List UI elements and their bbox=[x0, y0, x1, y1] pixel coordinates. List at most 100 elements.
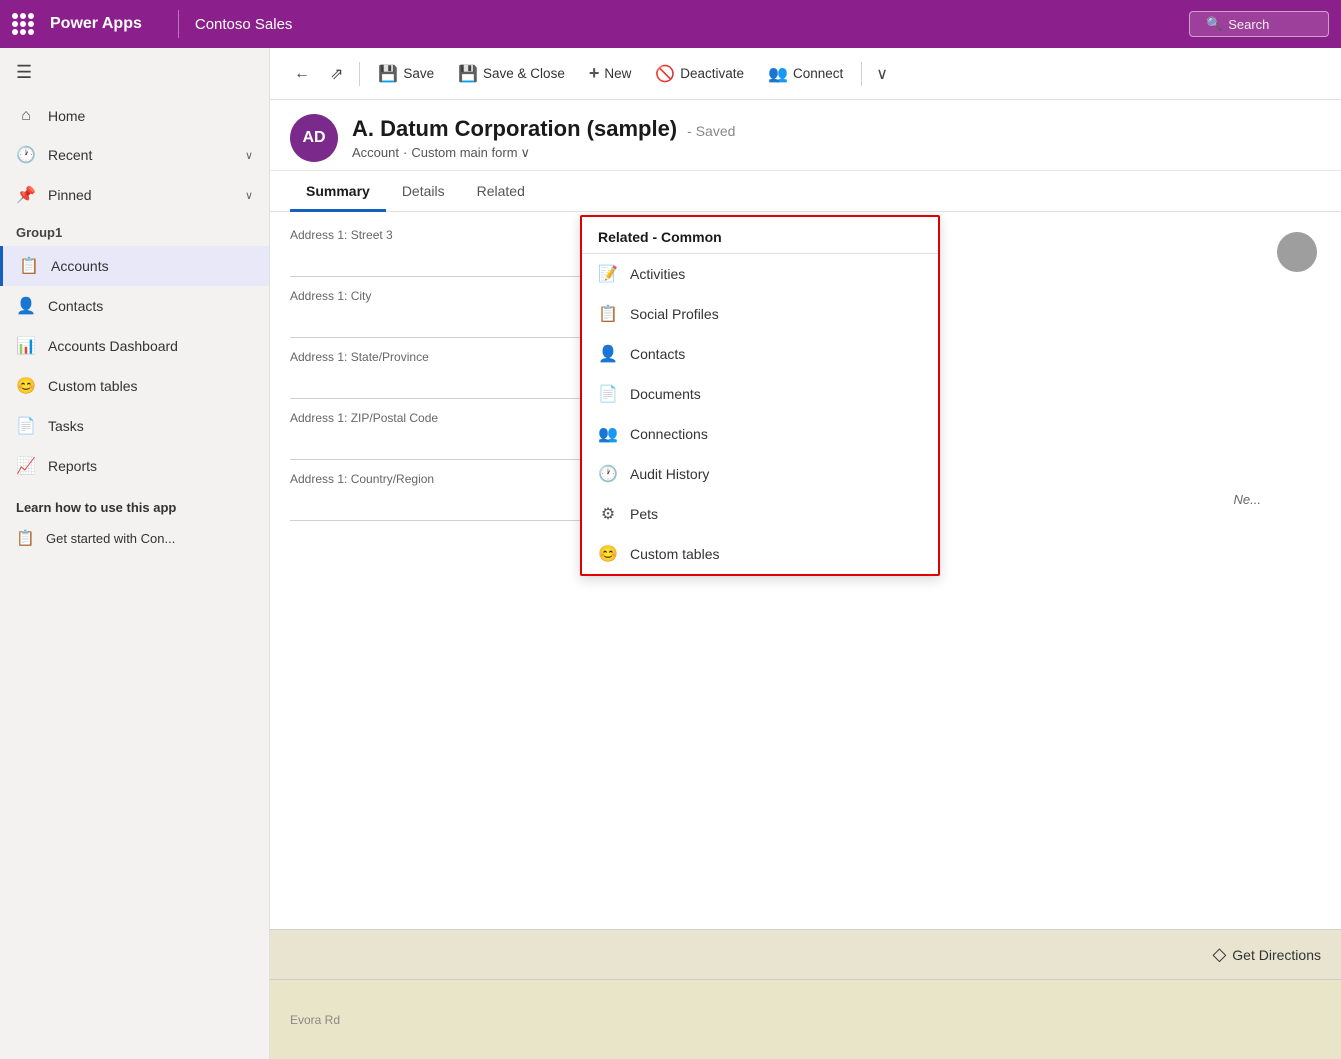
reports-icon: 📈 bbox=[16, 456, 36, 476]
form-name: Custom main form bbox=[411, 145, 517, 160]
pin-icon: 📌 bbox=[16, 185, 36, 205]
new-button[interactable]: + New bbox=[579, 57, 642, 90]
sidebar-item-reports[interactable]: 📈 Reports bbox=[0, 446, 269, 486]
nav-divider bbox=[178, 10, 179, 38]
contacts-icon: 👤 bbox=[598, 344, 618, 364]
back-button[interactable]: ← bbox=[286, 59, 318, 89]
accounts-icon: 📋 bbox=[19, 256, 39, 276]
activities-icon: 📝 bbox=[598, 264, 618, 284]
sidebar-item-label: Accounts bbox=[51, 258, 109, 274]
related-item-custom-tables[interactable]: 😊 Custom tables bbox=[582, 534, 938, 574]
sidebar-group-label: Group1 bbox=[0, 215, 269, 246]
record-info: A. Datum Corporation (sample) - Saved Ac… bbox=[352, 116, 735, 161]
sidebar-item-pinned[interactable]: 📌 Pinned ∨ bbox=[0, 175, 269, 215]
dashboard-icon: 📊 bbox=[16, 336, 36, 356]
toolbar-separator bbox=[359, 62, 360, 86]
related-item-social-profiles[interactable]: 📋 Social Profiles bbox=[582, 294, 938, 334]
directions-icon: ◇ bbox=[1212, 944, 1226, 965]
related-item-label: Contacts bbox=[630, 346, 685, 362]
sidebar-item-label: Accounts Dashboard bbox=[48, 338, 178, 354]
related-item-label: Social Profiles bbox=[630, 306, 719, 322]
tab-related[interactable]: Related bbox=[461, 171, 541, 212]
form-chevron-icon: ∨ bbox=[521, 145, 531, 161]
top-navigation: Power Apps Contoso Sales 🔍 Search bbox=[0, 0, 1341, 48]
pets-icon: ⚙ bbox=[598, 504, 618, 524]
save-close-icon: 💾 bbox=[458, 64, 478, 84]
back-icon: ← bbox=[294, 65, 310, 82]
learn-section-label: Learn how to use this app bbox=[0, 486, 269, 521]
related-item-connections[interactable]: 👥 Connections bbox=[582, 414, 938, 454]
record-subtitle: Account · Custom main form ∨ bbox=[352, 145, 735, 161]
custom-tables-icon: 😊 bbox=[598, 544, 618, 564]
connect-icon: 👥 bbox=[768, 64, 788, 84]
map-thumbnail: Evora Rd bbox=[270, 979, 1341, 1059]
get-directions-button[interactable]: ◇ Get Directions bbox=[1212, 944, 1321, 965]
hamburger-menu-button[interactable]: ☰ bbox=[0, 48, 269, 97]
hamburger-icon: ☰ bbox=[16, 62, 32, 82]
related-dropdown-header: Related - Common bbox=[582, 217, 938, 254]
home-icon: ⌂ bbox=[16, 107, 36, 125]
deactivate-button[interactable]: 🚫 Deactivate bbox=[645, 58, 754, 90]
deactivate-label: Deactivate bbox=[680, 66, 744, 81]
road-label: Evora Rd bbox=[290, 1013, 340, 1027]
chevron-down-icon: ∨ bbox=[245, 189, 253, 202]
related-item-label: Documents bbox=[630, 386, 701, 402]
related-item-contacts[interactable]: 👤 Contacts bbox=[582, 334, 938, 374]
social-profiles-icon: 📋 bbox=[598, 304, 618, 324]
related-item-activities[interactable]: 📝 Activities bbox=[582, 254, 938, 294]
search-icon: 🔍 bbox=[1206, 16, 1222, 32]
save-button[interactable]: 💾 Save bbox=[368, 58, 444, 90]
open-record-button[interactable]: ⇗ bbox=[322, 58, 351, 90]
sidebar-item-home[interactable]: ⌂ Home bbox=[0, 97, 269, 135]
sidebar-item-label: Get started with Con... bbox=[46, 531, 175, 546]
related-item-pets[interactable]: ⚙ Pets bbox=[582, 494, 938, 534]
tab-summary[interactable]: Summary bbox=[290, 171, 386, 212]
content-area: ← ⇗ 💾 Save 💾 Save & Close + New 🚫 Deacti… bbox=[270, 48, 1341, 1059]
record-type: Account bbox=[352, 145, 399, 160]
sidebar-item-label: Home bbox=[48, 108, 85, 124]
related-item-documents[interactable]: 📄 Documents bbox=[582, 374, 938, 414]
related-item-label: Audit History bbox=[630, 466, 709, 482]
sidebar-item-label: Recent bbox=[48, 147, 92, 163]
sidebar-item-label: Custom tables bbox=[48, 378, 137, 394]
search-button[interactable]: 🔍 Search bbox=[1189, 11, 1329, 37]
sidebar-item-accounts[interactable]: 📋 Accounts bbox=[0, 246, 269, 286]
record-header: AD A. Datum Corporation (sample) - Saved… bbox=[270, 100, 1341, 171]
form-selector-button[interactable]: Custom main form ∨ bbox=[411, 145, 530, 161]
save-close-label: Save & Close bbox=[483, 66, 565, 81]
sidebar: ☰ ⌂ Home 🕐 Recent ∨ 📌 Pinned ∨ Group1 📋 … bbox=[0, 48, 270, 1059]
related-dropdown: Related - Common 📝 Activities 📋 Social P… bbox=[580, 215, 940, 576]
more-options-button[interactable]: ∨ bbox=[870, 58, 894, 90]
tab-details[interactable]: Details bbox=[386, 171, 461, 212]
save-close-button[interactable]: 💾 Save & Close bbox=[448, 58, 575, 90]
connect-button[interactable]: 👥 Connect bbox=[758, 58, 853, 90]
main-layout: ☰ ⌂ Home 🕐 Recent ∨ 📌 Pinned ∨ Group1 📋 … bbox=[0, 48, 1341, 1059]
open-icon: ⇗ bbox=[330, 66, 343, 83]
tasks-icon: 📄 bbox=[16, 416, 36, 436]
sidebar-item-accounts-dashboard[interactable]: 📊 Accounts Dashboard bbox=[0, 326, 269, 366]
record-saved-status: - Saved bbox=[687, 123, 735, 139]
sidebar-item-label: Pinned bbox=[48, 187, 92, 203]
save-icon: 💾 bbox=[378, 64, 398, 84]
related-item-label: Custom tables bbox=[630, 546, 719, 562]
chevron-down-icon: ∨ bbox=[245, 149, 253, 162]
get-directions-label: Get Directions bbox=[1232, 947, 1321, 963]
sidebar-item-get-started[interactable]: 📋 Get started with Con... bbox=[0, 521, 269, 555]
documents-icon: 📄 bbox=[598, 384, 618, 404]
tab-label: Details bbox=[402, 183, 445, 199]
sidebar-item-custom-tables[interactable]: 😊 Custom tables bbox=[0, 366, 269, 406]
app-launcher-button[interactable] bbox=[12, 13, 34, 35]
tab-label: Related bbox=[477, 183, 525, 199]
get-started-icon: 📋 bbox=[16, 529, 36, 547]
audit-history-icon: 🕐 bbox=[598, 464, 618, 484]
sidebar-item-recent[interactable]: 🕐 Recent ∨ bbox=[0, 135, 269, 175]
sidebar-item-contacts[interactable]: 👤 Contacts bbox=[0, 286, 269, 326]
sidebar-item-tasks[interactable]: 📄 Tasks bbox=[0, 406, 269, 446]
toolbar: ← ⇗ 💾 Save 💾 Save & Close + New 🚫 Deacti… bbox=[270, 48, 1341, 100]
connections-icon: 👥 bbox=[598, 424, 618, 444]
sidebar-item-label: Contacts bbox=[48, 298, 103, 314]
related-item-audit-history[interactable]: 🕐 Audit History bbox=[582, 454, 938, 494]
related-item-label: Activities bbox=[630, 266, 685, 282]
search-label: Search bbox=[1228, 17, 1269, 32]
recent-icon: 🕐 bbox=[16, 145, 36, 165]
